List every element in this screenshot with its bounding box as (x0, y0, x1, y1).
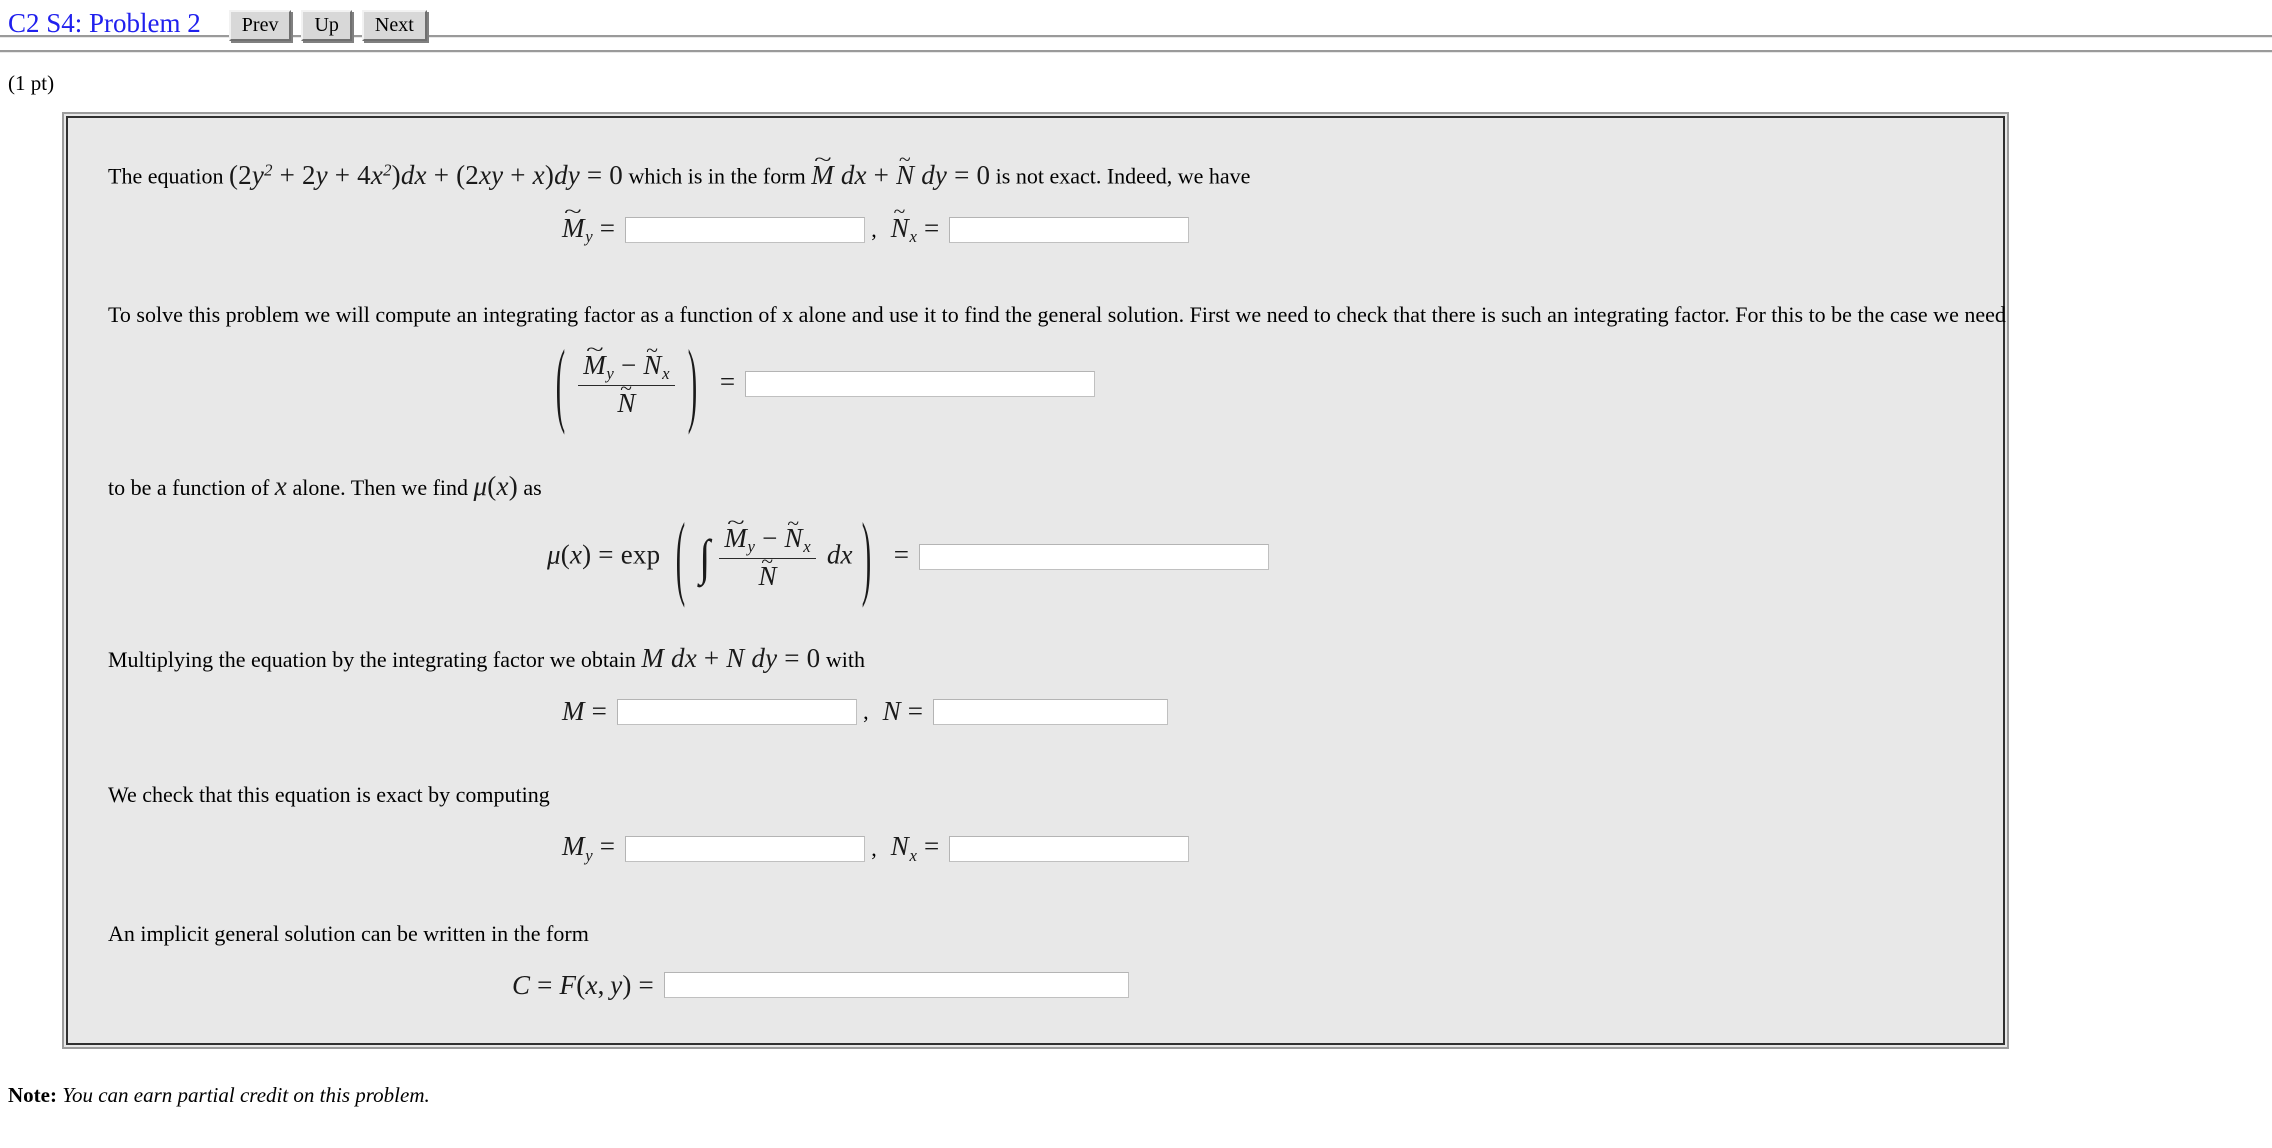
ratio-expression: (~ My − ~ Nx ~ N) = (555, 330, 736, 436)
intro-paragraph: The equation (2y2 + 2y + 4x2)dx + (2xy +… (108, 146, 1979, 191)
multiply-text-before: Multiplying the equation by the integrat… (108, 647, 636, 673)
mu-expression: μ(x) = exp (∫ ~ My − ~ Nx ~ N dx) = (547, 502, 910, 608)
intro-text-after: is not exact. Indeed, we have (995, 163, 1251, 189)
m-label: M = (562, 696, 608, 727)
multiply-equation: M dx + N dy = 0 (641, 643, 821, 674)
my-label: My = (562, 831, 616, 865)
general-solution-input[interactable] (663, 972, 1129, 999)
m-input[interactable] (617, 698, 858, 725)
exactness-paragraph: We check that this equation is exact by … (108, 782, 550, 808)
row4-comma: , (863, 698, 869, 724)
intro-equation: (2y2 + 2y + 4x2)dx + (2xy + x)dy = 0 (228, 159, 623, 190)
problem-panel-inner: The equation (2y2 + 2y + 4x2)dx + (2xy +… (66, 116, 2006, 1045)
n-label: N = (882, 696, 924, 727)
nx-input[interactable] (949, 835, 1190, 862)
note-bold-label: Note: (8, 1082, 57, 1107)
nx-label: Nx = (890, 831, 940, 865)
mu-paragraph: to be a function of x alone. Then we fin… (108, 472, 1979, 502)
prev-button[interactable]: Prev (228, 10, 292, 41)
solution-paragraph: An implicit general solution can be writ… (108, 920, 589, 946)
mtilde-ntilde-row: ~ My = , ~ Nx = (92, 198, 1979, 247)
mu-formula-row: μ(x) = exp (∫ ~ My − ~ Nx ~ N dx) = (92, 502, 1979, 608)
general-solution-row: C = F(x, y) = (92, 970, 1979, 1001)
next-button[interactable]: Next (361, 10, 427, 41)
mu-paragraph-text: to be a function of x alone. Then we fin… (108, 470, 542, 501)
up-button[interactable]: Up (301, 10, 352, 41)
n-input[interactable] (933, 698, 1169, 725)
multiply-paragraph: Multiplying the equation by the integrat… (108, 644, 1979, 674)
navigation-buttons: Prev Up Next (228, 10, 427, 41)
multiply-text-after: with (825, 647, 865, 673)
general-solution-label: C = F(x, y) = (512, 969, 654, 1000)
ratio-input[interactable] (745, 371, 1096, 398)
page-header: C2 S4: Problem 2 Prev Up Next (0, 0, 2272, 41)
row5-comma: , (871, 835, 877, 861)
m-n-row: M = , N = (92, 696, 1979, 727)
mtilde-y-input[interactable] (625, 216, 866, 243)
ntilde-x-label: ~ Nx = (890, 199, 940, 247)
my-nx-row: My = , Nx = (92, 831, 1979, 865)
partial-credit-note: Note: You can earn partial credit on thi… (8, 1083, 2272, 1108)
note-italic-text: You can earn partial credit on this prob… (62, 1082, 430, 1107)
intro-form: ~ M dx + ~ N dy = 0 (811, 146, 991, 190)
page-title: C2 S4: Problem 2 (8, 8, 201, 38)
intro-text-before: The equation (108, 163, 224, 189)
integrating-factor-paragraph: To solve this problem we will compute an… (108, 302, 2006, 328)
ntilde-x-input[interactable] (949, 216, 1190, 243)
row1-comma: , (871, 216, 877, 242)
problem-panel: The equation (2y2 + 2y + 4x2)dx + (2xy +… (62, 112, 2009, 1049)
intro-text-middle: which is in the form (628, 163, 806, 189)
mu-input[interactable] (919, 544, 1270, 571)
my-input[interactable] (625, 835, 866, 862)
ratio-condition-row: (~ My − ~ Nx ~ N) = (92, 330, 1979, 436)
points-label: (1 pt) (8, 71, 55, 95)
mtilde-y-label: ~ My = (562, 198, 616, 247)
